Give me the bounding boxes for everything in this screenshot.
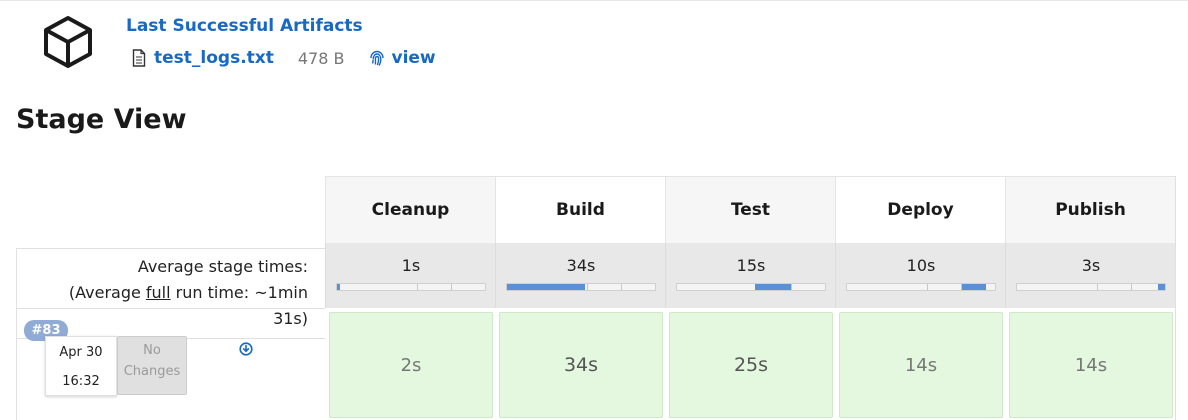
stage-header: Build: [495, 176, 665, 243]
stage-column-publish: Publish 3s 14s: [1005, 176, 1175, 420]
stage-time-bar-fill: [962, 284, 987, 290]
fingerprint-icon[interactable]: [368, 49, 386, 67]
package-icon: [44, 16, 92, 68]
bar-tick: [790, 284, 792, 290]
stage-time-bar-fill: [507, 284, 586, 290]
avg-label-line3: 31s): [273, 309, 308, 328]
stage-time-bar: [846, 283, 996, 291]
bar-tick: [450, 284, 452, 290]
stage-header: Cleanup: [325, 176, 495, 243]
file-icon: [132, 49, 146, 67]
artifact-file-size: 478 B: [297, 48, 345, 68]
stage-column-deploy: Deploy 10s 14s: [835, 176, 1005, 420]
stage-average-time: 34s: [566, 256, 596, 275]
bar-tick: [620, 284, 622, 290]
bar-tick: [1130, 284, 1132, 290]
stage-time-bar: [1016, 283, 1166, 291]
bar-tick: [1096, 284, 1098, 290]
download-icon[interactable]: [239, 342, 253, 356]
top-divider: [0, 0, 1188, 1]
full-run-time-link[interactable]: full: [146, 283, 171, 302]
no-changes-line1: No: [143, 343, 161, 358]
bar-tick: [416, 284, 418, 290]
stage-view-title: Stage View: [16, 104, 187, 135]
average-stage-times-label: Average stage times: (Average full run t…: [58, 254, 308, 332]
avg-label-suffix: run time: ~1min: [170, 283, 308, 302]
stage-average-time: 3s: [1081, 256, 1101, 275]
table-left-border: [16, 248, 17, 420]
bar-tick: [926, 284, 928, 290]
stage-average-time: 10s: [906, 256, 936, 275]
stage-result-cell[interactable]: 14s: [839, 312, 1003, 418]
stage-time-bar: [336, 283, 486, 291]
stage-time-bar-fill: [755, 284, 791, 290]
no-changes-line2: Changes: [123, 364, 181, 379]
build-date-box: Apr 30 16:32: [45, 336, 117, 396]
stage-time-bar-fill: [1157, 284, 1165, 290]
stage-average-time: 15s: [736, 256, 766, 275]
stage-table: Cleanup 1s 2s Build 34s 34s Test 15s 25s Deploy 10…: [325, 176, 1176, 420]
stage-average: 3s: [1005, 243, 1175, 308]
artifacts-title-link[interactable]: Last Successful Artifacts: [126, 16, 363, 36]
avg-label-line1: Average stage times:: [137, 257, 308, 276]
bar-tick: [586, 284, 588, 290]
stage-result-cell[interactable]: 25s: [669, 312, 833, 418]
no-changes-box: No Changes: [117, 336, 187, 395]
avg-label-prefix: (Average: [68, 283, 146, 302]
stage-result-cell[interactable]: 14s: [1009, 312, 1173, 418]
stage-average: 34s: [495, 243, 665, 308]
stage-average: 15s: [665, 243, 835, 308]
artifact-file-link[interactable]: test_logs.txt: [154, 48, 274, 68]
stage-column-test: Test 15s 25s: [665, 176, 835, 420]
stage-average: 1s: [325, 243, 495, 308]
stage-time-bar: [676, 283, 826, 291]
stage-column-cleanup: Cleanup 1s 2s: [325, 176, 495, 420]
stage-header: Publish: [1005, 176, 1175, 243]
stage-average-time: 1s: [401, 256, 421, 275]
stage-result-cell[interactable]: 2s: [329, 312, 493, 418]
artifact-view-link[interactable]: view: [391, 48, 435, 68]
stage-header: Test: [665, 176, 835, 243]
stage-time-bar-fill: [337, 284, 340, 290]
stage-time-bar: [506, 283, 656, 291]
avg-label-line2: (Average full run time: ~1min: [58, 280, 308, 306]
build-time: 16:32: [62, 374, 100, 389]
stage-average: 10s: [835, 243, 1005, 308]
stage-result-cell[interactable]: 34s: [499, 312, 663, 418]
row-divider: [16, 248, 325, 249]
stage-header: Deploy: [835, 176, 1005, 243]
stage-column-build: Build 34s 34s: [495, 176, 665, 420]
artifact-row: test_logs.txt 478 B view: [132, 46, 436, 70]
build-date: Apr 30: [59, 345, 103, 360]
